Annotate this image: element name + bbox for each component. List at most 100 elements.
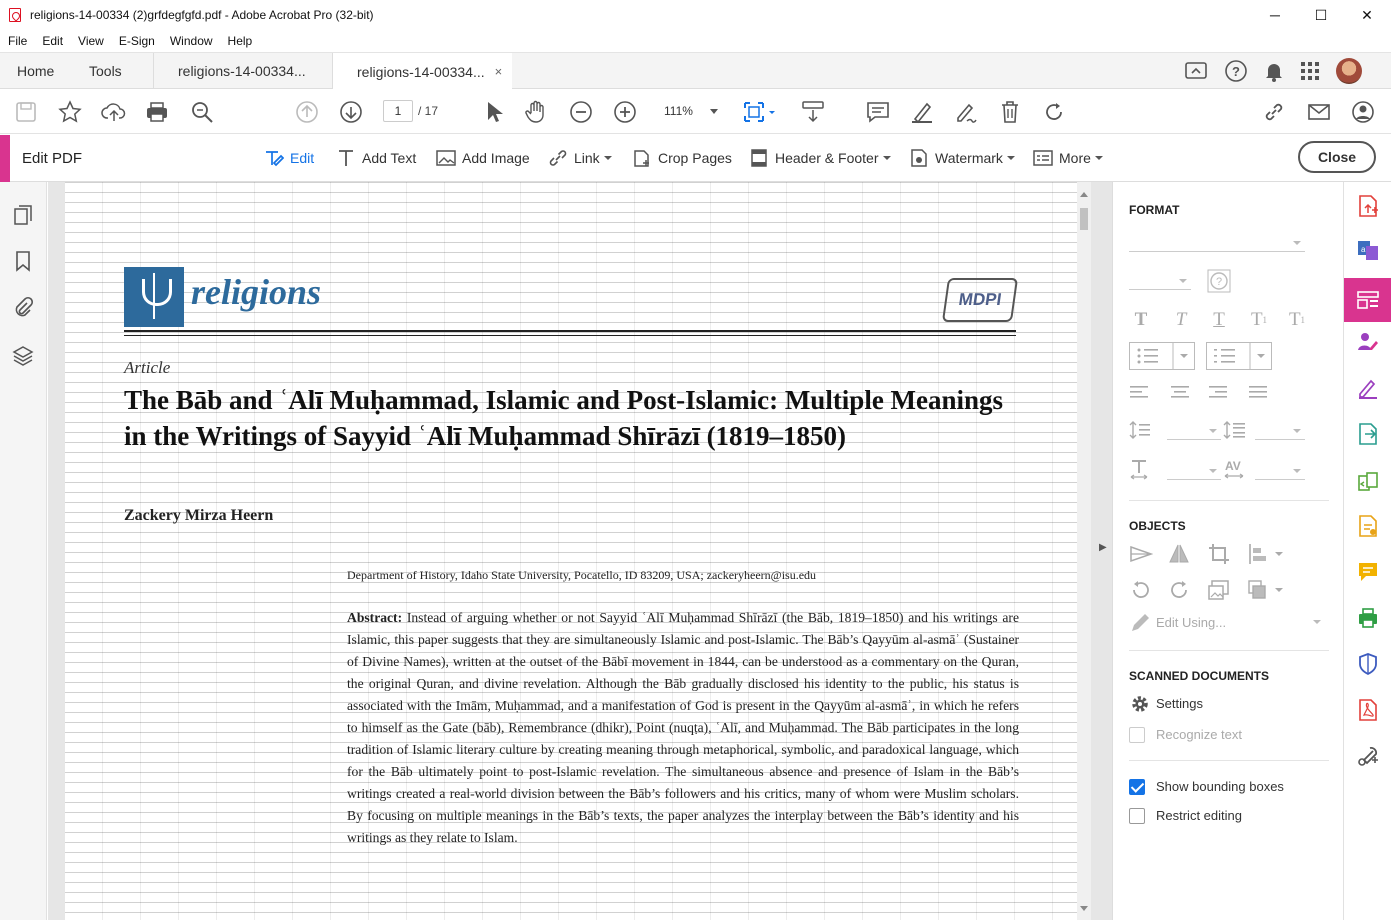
- align-objects-dropdown-icon[interactable]: [1247, 542, 1287, 566]
- scroll-up-arrow-icon[interactable]: [1080, 188, 1088, 197]
- zoom-out-icon[interactable]: [568, 99, 594, 125]
- crop-image-icon[interactable]: [1207, 542, 1231, 566]
- header-footer-button[interactable]: Header & Footer: [749, 149, 891, 167]
- bookmarks-icon[interactable]: [12, 250, 34, 272]
- print-production-icon[interactable]: [1356, 606, 1380, 630]
- user-avatar[interactable]: [1336, 58, 1362, 84]
- italic-icon[interactable]: T: [1169, 308, 1193, 332]
- add-text-button[interactable]: Add Text: [336, 149, 416, 167]
- edit-pdf-tool-active[interactable]: [1344, 278, 1391, 322]
- page-number-input[interactable]: 1: [383, 100, 413, 122]
- document-viewport[interactable]: religions MDPI Article The Bāb and ʿAlī …: [48, 182, 1112, 920]
- page-up-icon[interactable]: [294, 99, 320, 125]
- menu-esign[interactable]: E-Sign: [119, 34, 155, 48]
- subscript-icon[interactable]: T1: [1285, 308, 1309, 332]
- expand-right-panel-icon[interactable]: ▶: [1099, 542, 1107, 553]
- line-spacing-icon[interactable]: [1129, 420, 1151, 440]
- apps-grid-icon[interactable]: [1300, 61, 1320, 81]
- close-window-button[interactable]: ✕: [1344, 0, 1390, 30]
- align-right-icon[interactable]: [1207, 384, 1229, 402]
- share-link-icon[interactable]: [1261, 99, 1287, 125]
- notifications-bell-icon[interactable]: [1264, 60, 1284, 82]
- comment-icon[interactable]: [865, 99, 891, 125]
- settings-gear-icon[interactable]: [1129, 693, 1151, 715]
- article-type[interactable]: Article: [124, 358, 170, 378]
- horizontal-scaling-icon[interactable]: [1129, 458, 1151, 480]
- watermark-button[interactable]: Watermark: [909, 149, 1015, 167]
- minimize-button[interactable]: ─: [1252, 0, 1298, 30]
- sign-icon[interactable]: [953, 99, 979, 125]
- font-size-dropdown[interactable]: [1129, 272, 1191, 290]
- font-family-dropdown[interactable]: [1129, 234, 1305, 252]
- tab-document-1[interactable]: religions-14-00334...: [153, 53, 331, 89]
- line-spacing-dropdown[interactable]: [1167, 422, 1221, 440]
- rotate-icon[interactable]: [1041, 99, 1067, 125]
- paragraph-spacing-icon[interactable]: [1223, 420, 1247, 440]
- close-edit-button[interactable]: Close: [1298, 141, 1376, 173]
- recognize-text-checkbox[interactable]: [1129, 727, 1145, 743]
- print-icon[interactable]: [144, 99, 170, 125]
- search-zoom-icon[interactable]: [189, 99, 215, 125]
- select-cursor-icon[interactable]: [480, 99, 506, 125]
- comment-tool-icon[interactable]: [1356, 560, 1380, 584]
- flip-vertical-icon[interactable]: [1167, 542, 1191, 566]
- more-tools-wrench-icon[interactable]: [1356, 744, 1380, 768]
- character-spacing-dropdown[interactable]: [1255, 462, 1305, 480]
- maximize-button[interactable]: ☐: [1298, 0, 1344, 30]
- text-help-icon[interactable]: ?: [1207, 269, 1231, 293]
- more-button[interactable]: More: [1033, 149, 1103, 167]
- create-pdf-icon[interactable]: [1356, 698, 1380, 722]
- author-affiliation[interactable]: Department of History, Idaho State Unive…: [347, 568, 816, 583]
- zoom-in-icon[interactable]: [612, 99, 638, 125]
- align-left-icon[interactable]: [1129, 384, 1151, 402]
- underline-icon[interactable]: T: [1207, 308, 1231, 332]
- abstract-paragraph[interactable]: Abstract: Instead of arguing whether or …: [347, 607, 1019, 849]
- hand-tool-icon[interactable]: [523, 99, 549, 125]
- link-button[interactable]: Link: [548, 149, 612, 167]
- bookmark-star-icon[interactable]: [57, 99, 83, 125]
- menu-view[interactable]: View: [78, 34, 104, 48]
- align-justify-icon[interactable]: [1247, 384, 1269, 402]
- pdf-page[interactable]: religions MDPI Article The Bāb and ʿAlī …: [65, 182, 1077, 920]
- request-signatures-icon[interactable]: [1356, 330, 1380, 354]
- highlight-pen-icon[interactable]: [909, 99, 935, 125]
- delete-trash-icon[interactable]: [997, 99, 1023, 125]
- menu-file[interactable]: File: [8, 34, 27, 48]
- protect-shield-icon[interactable]: [1356, 652, 1380, 676]
- send-for-review-icon[interactable]: [1356, 514, 1380, 538]
- replace-image-icon[interactable]: [1207, 578, 1231, 602]
- scroll-mode-icon[interactable]: [800, 99, 826, 125]
- edit-using-pencil-icon[interactable]: [1129, 612, 1151, 634]
- tab-home[interactable]: Home: [17, 53, 54, 89]
- export-pdf-icon[interactable]: [1356, 194, 1380, 218]
- edit-tool-button[interactable]: Edit: [264, 149, 314, 167]
- add-image-button[interactable]: Add Image: [436, 149, 530, 167]
- bold-icon[interactable]: T: [1129, 308, 1153, 332]
- scroll-down-arrow-icon[interactable]: [1080, 906, 1088, 915]
- email-icon[interactable]: [1306, 99, 1332, 125]
- tab-document-2[interactable]: religions-14-00334... ×: [332, 53, 512, 90]
- tab-tools[interactable]: Tools: [89, 53, 122, 89]
- organize-pages-icon[interactable]: [1356, 470, 1380, 494]
- paragraph-spacing-dropdown[interactable]: [1255, 422, 1305, 440]
- rotate-clockwise-icon[interactable]: [1167, 578, 1191, 602]
- edit-using-label[interactable]: Edit Using...: [1156, 615, 1226, 630]
- align-center-icon[interactable]: [1169, 384, 1191, 402]
- crop-pages-button[interactable]: Crop Pages: [632, 149, 732, 167]
- flip-horizontal-icon[interactable]: [1129, 542, 1153, 566]
- add-user-icon[interactable]: [1350, 99, 1376, 125]
- menu-edit[interactable]: Edit: [42, 34, 63, 48]
- fill-sign-icon[interactable]: [1356, 376, 1380, 400]
- bullet-list-dropdown-icon[interactable]: [1129, 342, 1195, 370]
- paper-author[interactable]: Zackery Mirza Heern: [124, 507, 273, 525]
- export-pdf-to-icon[interactable]: [1356, 422, 1380, 446]
- scrollbar-thumb[interactable]: [1080, 208, 1088, 230]
- layers-icon[interactable]: [12, 344, 34, 366]
- close-tab-icon[interactable]: ×: [495, 64, 503, 79]
- page-down-icon[interactable]: [338, 99, 364, 125]
- paper-title[interactable]: The Bāb and ʿAlī Muḥammad, Islamic and P…: [124, 382, 1024, 454]
- menu-window[interactable]: Window: [170, 34, 213, 48]
- rotate-counterclockwise-icon[interactable]: [1129, 578, 1153, 602]
- share-screen-icon[interactable]: [1184, 60, 1210, 82]
- menu-help[interactable]: Help: [228, 34, 253, 48]
